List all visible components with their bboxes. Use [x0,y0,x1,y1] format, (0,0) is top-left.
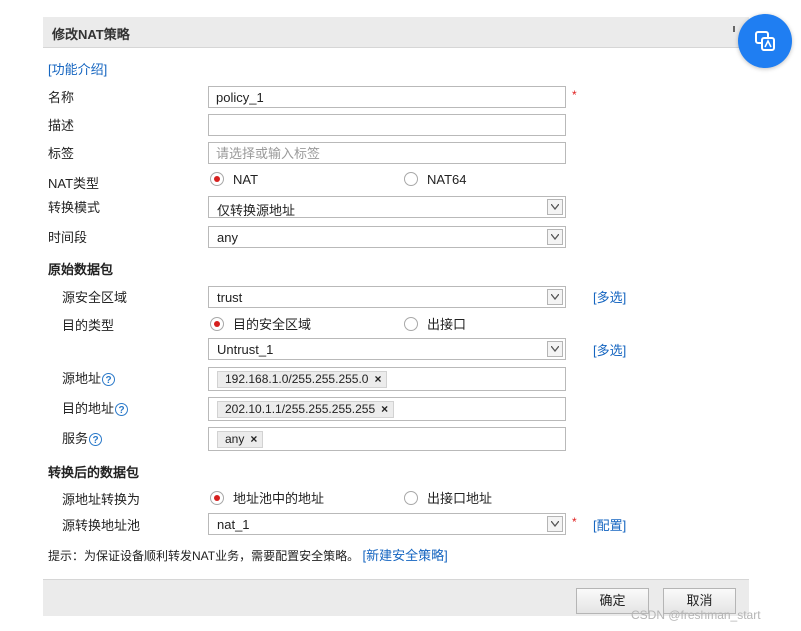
dialog-close-mark [733,26,735,32]
description-field-box [208,114,566,136]
dst-address-label-text: 目的地址 [62,401,115,416]
tag-remove-icon[interactable]: × [381,402,388,416]
tags-field-box [208,142,566,164]
dst-zone-value: Untrust_1 [217,342,274,357]
help-icon[interactable]: ? [102,373,116,386]
src-address-label-text: 源地址 [62,371,102,386]
translate-icon [755,31,775,51]
tags-input[interactable] [209,143,563,163]
nat-type-radio-nat64[interactable]: NAT64 [404,172,467,187]
src-zone-label: 源安全区域 [62,290,128,305]
floating-translate-button[interactable] [738,14,792,68]
src-zone-value: trust [217,290,243,305]
security-policy-hint: 提示：为保证设备顺利转发NAT业务，需要配置安全策略。 [新建安全策略] [48,545,448,564]
dst-address-label: 目的地址? [62,398,129,417]
radio-unselected-indicator [404,172,418,186]
service-tag-text: any [225,432,245,446]
service-label: 服务? [62,428,103,447]
service-tag-box[interactable]: any × [208,427,566,451]
src-convert-label: 源地址转换为 [62,492,141,507]
converted-packet-heading: 转换后的数据包 [48,465,140,480]
radio-label: 出接口 [427,317,467,332]
chevron-down-icon[interactable] [547,341,563,357]
radio-label: NAT64 [427,172,467,187]
service-label-text: 服务 [62,431,89,446]
dialog-title: 修改NAT策略 [52,27,130,42]
chevron-down-icon[interactable] [547,289,563,305]
src-pool-value: nat_1 [217,517,250,532]
help-icon[interactable]: ? [115,403,129,416]
chevron-down-icon[interactable] [547,516,563,532]
src-address-label: 源地址? [62,368,116,387]
src-pool-label: 源转换地址池 [62,518,141,533]
address-tag: 192.168.1.0/255.255.255.0 × [217,371,388,388]
time-range-label: 时间段 [48,230,88,245]
feature-intro-link[interactable]: [功能介绍] [48,59,107,78]
description-label: 描述 [48,118,75,133]
address-tag-text: 202.10.1.1/255.255.255.255 [225,402,376,416]
src-pool-required-mark: * [572,515,577,529]
dst-zone-multi-select-link[interactable]: [多选] [593,340,626,359]
tags-label: 标签 [48,146,75,161]
original-packet-heading: 原始数据包 [48,262,114,277]
dst-zone-select[interactable]: Untrust_1 [208,338,566,360]
dst-type-radio-interface[interactable]: 出接口 [404,314,466,333]
src-convert-radio-interface[interactable]: 出接口地址 [404,488,492,507]
convert-mode-label: 转换模式 [48,200,101,215]
radio-label: 出接口地址 [427,491,493,506]
dst-address-tag-box[interactable]: 202.10.1.1/255.255.255.255 × [208,397,566,421]
name-label: 名称 [48,90,75,105]
service-tag: any × [217,431,264,448]
convert-mode-select[interactable]: 仅转换源地址 [208,196,566,218]
name-field-box [208,86,566,108]
dst-type-label: 目的类型 [62,318,115,333]
description-input[interactable] [209,115,563,135]
radio-selected-indicator [210,317,224,331]
new-security-policy-link[interactable]: [新建安全策略] [362,548,447,563]
radio-label: 地址池中的地址 [233,491,325,506]
tag-remove-icon[interactable]: × [374,372,381,386]
src-address-tag-box[interactable]: 192.168.1.0/255.255.255.0 × [208,367,566,391]
chevron-down-icon[interactable] [547,199,563,215]
radio-selected-indicator [210,172,224,186]
address-tag-text: 192.168.1.0/255.255.255.0 [225,372,369,386]
radio-label: 目的安全区域 [233,317,312,332]
tag-remove-icon[interactable]: × [250,432,257,446]
address-tag: 202.10.1.1/255.255.255.255 × [217,401,395,418]
radio-selected-indicator [210,491,224,505]
nat-type-radio-nat[interactable]: NAT [210,172,258,187]
time-range-select[interactable]: any [208,226,566,248]
src-pool-select[interactable]: nat_1 [208,513,566,535]
dst-type-radio-zone[interactable]: 目的安全区域 [210,314,311,333]
name-required-mark: * [572,88,577,102]
chevron-down-icon[interactable] [547,229,563,245]
help-icon[interactable]: ? [89,433,103,446]
src-zone-select[interactable]: trust [208,286,566,308]
name-input[interactable] [209,87,563,107]
src-pool-config-link[interactable]: [配置] [593,515,626,534]
dialog-titlebar: 修改NAT策略 [43,17,749,48]
radio-label: NAT [233,172,259,187]
src-zone-multi-select-link[interactable]: [多选] [593,287,626,306]
convert-mode-value: 仅转换源地址 [217,203,296,218]
src-convert-radio-pool[interactable]: 地址池中的地址 [210,488,324,507]
watermark-text: CSDN @freshman_start [631,608,761,622]
nat-type-label: NAT类型 [48,176,100,191]
radio-unselected-indicator [404,491,418,505]
hint-text: 提示：为保证设备顺利转发NAT业务，需要配置安全策略。 [48,549,360,563]
radio-unselected-indicator [404,317,418,331]
time-range-value: any [217,230,238,245]
